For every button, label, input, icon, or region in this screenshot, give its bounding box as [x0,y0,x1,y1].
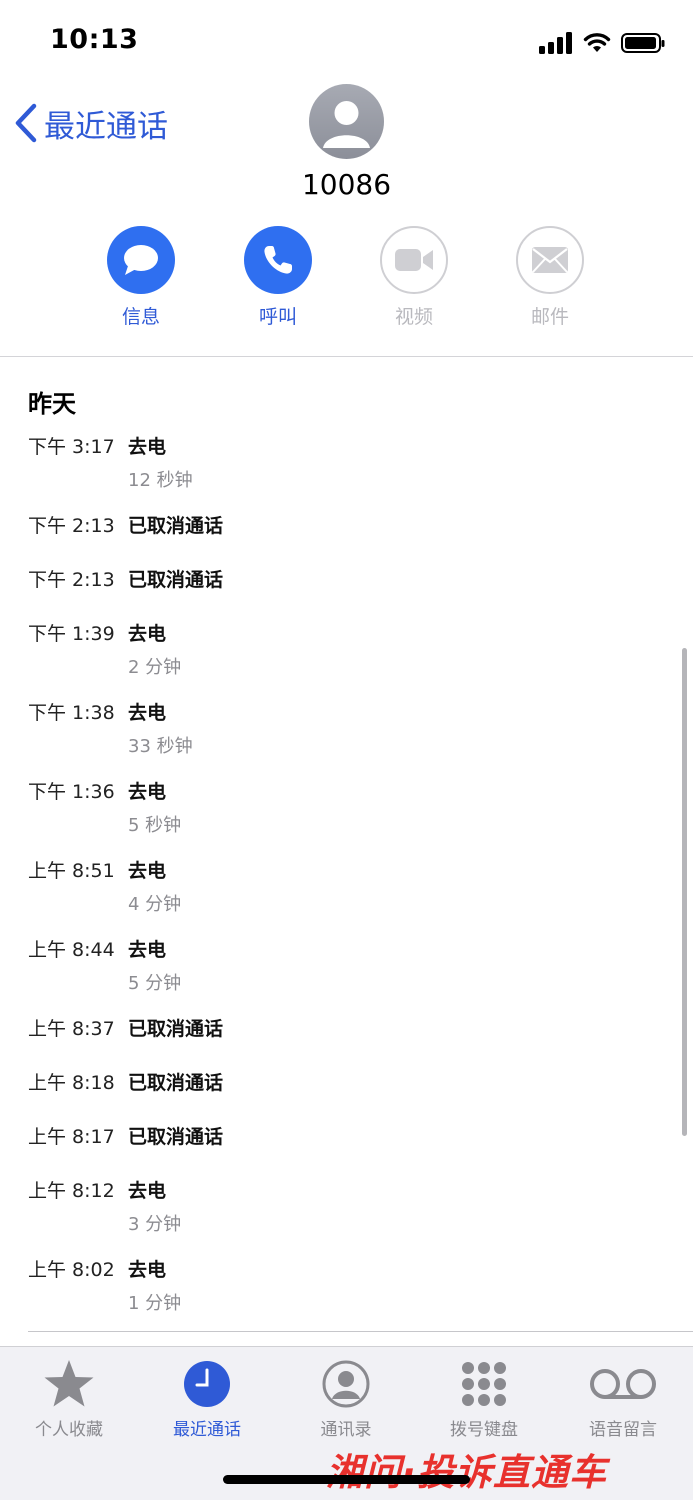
voicemail-icon [590,1369,656,1399]
call-row[interactable]: 下午 2:13 已取消通话 [28,511,668,565]
video-action-label: 视频 [394,306,433,328]
call-row[interactable]: 上午 8:17 已取消通话 [28,1122,668,1176]
call-duration: 12 秒钟 [128,470,193,491]
scrollbar[interactable] [682,648,687,1136]
wifi-icon [583,33,611,52]
call-history-list: 下午 3:17 去电 12 秒钟 下午 2:13 已取消通话 下午 2:13 已… [28,432,668,1334]
call-row[interactable]: 下午 1:39 去电 2 分钟 [28,619,668,698]
call-time: 上午 8:51 [28,860,115,882]
message-action-label: 信息 [121,306,160,328]
tab-contacts[interactable]: 通讯录 [277,1355,415,1440]
mail-action-label: 邮件 [530,306,569,328]
call-duration: 2 分钟 [128,657,182,678]
status-icons [539,30,665,56]
call-time: 下午 3:17 [28,436,115,458]
call-row[interactable]: 上午 8:44 去电 5 分钟 [28,935,668,1014]
person-silhouette-icon [323,101,370,148]
video-action-button[interactable]: 视频 [364,226,464,329]
message-bubble-icon [124,245,158,275]
phone-icon [264,246,292,274]
tab-recents[interactable]: 最近通话 [138,1355,276,1440]
chevron-left-icon [15,103,37,143]
tab-voicemail[interactable]: 语音留言 [554,1355,692,1440]
call-type: 已取消通话 [128,569,224,591]
call-action-label: 呼叫 [258,306,297,328]
call-type: 已取消通话 [128,1126,224,1148]
call-type: 去电 [128,623,167,645]
list-bottom-divider [28,1331,693,1332]
battery-icon [621,33,665,53]
tab-favorites[interactable]: 个人收藏 [0,1355,138,1440]
star-icon [44,1360,94,1407]
back-button[interactable]: 最近通话 [14,98,168,148]
tab-keypad[interactable]: 拨号键盘 [415,1355,553,1440]
watermark-text: 湘问·投诉直通车 [326,1451,608,1494]
call-duration: 33 秒钟 [128,736,193,757]
tab-label: 最近通话 [173,1420,241,1440]
call-row[interactable]: 上午 8:37 已取消通话 [28,1014,668,1068]
call-type: 已取消通话 [128,515,224,537]
call-row[interactable]: 上午 8:51 去电 4 分钟 [28,856,668,935]
call-row[interactable]: 下午 3:17 去电 12 秒钟 [28,432,668,511]
call-time: 上午 8:02 [28,1259,115,1281]
clock-icon [184,1361,230,1407]
mail-envelope-icon [532,247,568,273]
call-duration: 1 分钟 [128,1293,182,1314]
call-row[interactable]: 上午 8:12 去电 3 分钟 [28,1176,668,1255]
call-row[interactable]: 上午 8:02 去电 1 分钟 [28,1255,668,1334]
call-duration: 4 分钟 [128,894,182,915]
tab-label: 语音留言 [589,1420,657,1440]
call-time: 上午 8:37 [28,1018,115,1040]
status-time: 10:13 [50,24,139,55]
contact-avatar[interactable] [309,84,384,159]
call-duration: 5 秒钟 [128,815,182,836]
call-row[interactable]: 下午 1:36 去电 5 秒钟 [28,777,668,856]
call-type: 去电 [128,939,167,961]
call-time: 下午 2:13 [28,515,115,537]
keypad-icon [462,1362,506,1406]
call-duration: 5 分钟 [128,973,182,994]
call-time: 下午 1:39 [28,623,115,645]
cellular-signal-icon [539,32,572,54]
tab-label: 通讯录 [320,1420,372,1440]
call-time: 上午 8:44 [28,939,115,961]
message-action-button[interactable]: 信息 [91,226,191,329]
call-time: 上午 8:17 [28,1126,115,1148]
call-row[interactable]: 下午 2:13 已取消通话 [28,565,668,619]
call-row[interactable]: 下午 1:38 去电 33 秒钟 [28,698,668,777]
call-time: 下午 1:38 [28,702,115,724]
call-type: 去电 [128,860,167,882]
call-type: 已取消通话 [128,1072,224,1094]
contact-person-icon [322,1360,370,1408]
contact-actions: 信息 呼叫 视频 邮件 [0,226,693,336]
call-type: 已取消通话 [128,1018,224,1040]
back-label: 最近通话 [44,108,168,145]
call-row[interactable]: 上午 8:18 已取消通话 [28,1068,668,1122]
tab-label: 拨号键盘 [450,1420,518,1440]
call-action-button[interactable]: 呼叫 [228,226,328,329]
home-indicator[interactable] [223,1475,470,1484]
call-type: 去电 [128,436,167,458]
call-type: 去电 [128,781,167,803]
caller-number: 10086 [301,168,392,201]
call-time: 下午 2:13 [28,569,115,591]
call-duration: 3 分钟 [128,1214,182,1235]
section-title-yesterday: 昨天 [28,390,76,418]
header-divider [0,356,693,357]
mail-action-button[interactable]: 邮件 [500,226,600,329]
call-type: 去电 [128,1180,167,1202]
call-time: 下午 1:36 [28,781,115,803]
call-time: 上午 8:12 [28,1180,115,1202]
call-type: 去电 [128,1259,167,1281]
video-camera-icon [395,249,433,271]
status-bar: 10:13 [0,0,693,84]
call-type: 去电 [128,702,167,724]
call-time: 上午 8:18 [28,1072,115,1094]
tab-label: 个人收藏 [35,1420,103,1440]
